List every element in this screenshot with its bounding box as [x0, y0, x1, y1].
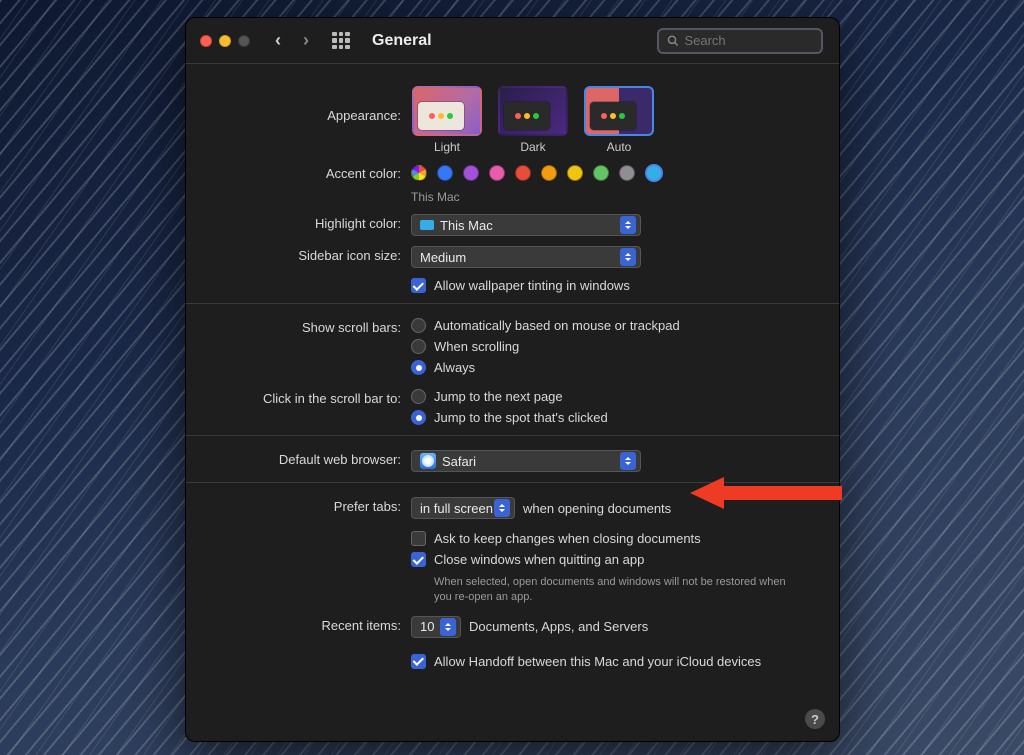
accent-multicolor[interactable] [411, 165, 427, 181]
appearance-label: Appearance: [186, 86, 411, 123]
chevron-updown-icon [620, 216, 636, 234]
accent-this-mac[interactable] [645, 164, 663, 182]
radio-icon [411, 410, 426, 425]
accent-label: Accent color: [186, 164, 411, 181]
accent-red[interactable] [515, 165, 531, 181]
maximize-icon [238, 35, 250, 47]
system-preferences-window: ‹ › General Appearance: Light [185, 17, 840, 742]
recent-items-label: Recent items: [186, 616, 411, 633]
chevron-updown-icon [440, 618, 456, 636]
search-icon [667, 34, 678, 47]
divider [186, 435, 839, 436]
click-scroll-label: Click in the scroll bar to: [186, 389, 411, 406]
checkbox-icon [411, 654, 426, 669]
recent-items-select[interactable]: 10 [411, 616, 461, 638]
close-windows-checkbox[interactable]: Close windows when quitting an app [411, 552, 819, 567]
checkbox-icon [411, 552, 426, 567]
divider [186, 482, 839, 483]
checkbox-icon [411, 531, 426, 546]
accent-swatches [411, 164, 819, 182]
close-icon[interactable] [200, 35, 212, 47]
click-spot-radio[interactable]: Jump to the spot that's clicked [411, 410, 819, 425]
safari-icon [420, 453, 436, 469]
accent-purple[interactable] [463, 165, 479, 181]
minimize-icon[interactable] [219, 35, 231, 47]
handoff-checkbox[interactable]: Allow Handoff between this Mac and your … [411, 654, 819, 669]
accent-green[interactable] [593, 165, 609, 181]
accent-caption: This Mac [411, 190, 819, 204]
radio-icon [411, 360, 426, 375]
chevron-updown-icon [620, 248, 636, 266]
scrollbars-always-radio[interactable]: Always [411, 360, 819, 375]
sidebar-size-label: Sidebar icon size: [186, 246, 411, 263]
back-button[interactable]: ‹ [268, 30, 288, 51]
click-next-page-radio[interactable]: Jump to the next page [411, 389, 819, 404]
scrollbars-label: Show scroll bars: [186, 318, 411, 335]
accent-yellow[interactable] [567, 165, 583, 181]
checkbox-icon [411, 278, 426, 293]
radio-icon [411, 318, 426, 333]
chevron-updown-icon [620, 452, 636, 470]
default-browser-label: Default web browser: [186, 450, 411, 467]
scrollbars-scrolling-radio[interactable]: When scrolling [411, 339, 819, 354]
accent-blue[interactable] [437, 165, 453, 181]
default-browser-select[interactable]: Safari [411, 450, 641, 472]
help-button[interactable]: ? [805, 709, 825, 729]
prefer-tabs-label: Prefer tabs: [186, 497, 411, 514]
prefer-tabs-suffix: when opening documents [523, 501, 671, 516]
close-windows-hint: When selected, open documents and window… [434, 575, 794, 606]
accent-graphite[interactable] [619, 165, 635, 181]
highlight-select[interactable]: This Mac [411, 214, 641, 236]
radio-icon [411, 339, 426, 354]
radio-icon [411, 389, 426, 404]
window-controls [200, 35, 250, 47]
appearance-dark[interactable]: Dark [497, 86, 569, 154]
scrollbars-auto-radio[interactable]: Automatically based on mouse or trackpad [411, 318, 819, 333]
search-field[interactable] [657, 28, 823, 54]
divider [186, 303, 839, 304]
show-all-icon[interactable] [332, 32, 350, 50]
appearance-auto[interactable]: Auto [583, 86, 655, 154]
prefer-tabs-select[interactable]: in full screen [411, 497, 515, 519]
search-input[interactable] [684, 33, 813, 48]
wallpaper-tinting-checkbox[interactable]: Allow wallpaper tinting in windows [411, 278, 819, 293]
forward-button: › [296, 30, 316, 51]
highlight-label: Highlight color: [186, 214, 411, 231]
accent-pink[interactable] [489, 165, 505, 181]
sidebar-size-select[interactable]: Medium [411, 246, 641, 268]
content: Appearance: Light Dark Auto [186, 64, 839, 741]
recent-items-suffix: Documents, Apps, and Servers [469, 619, 648, 634]
ask-keep-changes-checkbox[interactable]: Ask to keep changes when closing documen… [411, 531, 819, 546]
appearance-light[interactable]: Light [411, 86, 483, 154]
accent-orange[interactable] [541, 165, 557, 181]
window-title: General [372, 32, 432, 50]
titlebar: ‹ › General [186, 18, 839, 64]
chevron-updown-icon [494, 499, 510, 517]
